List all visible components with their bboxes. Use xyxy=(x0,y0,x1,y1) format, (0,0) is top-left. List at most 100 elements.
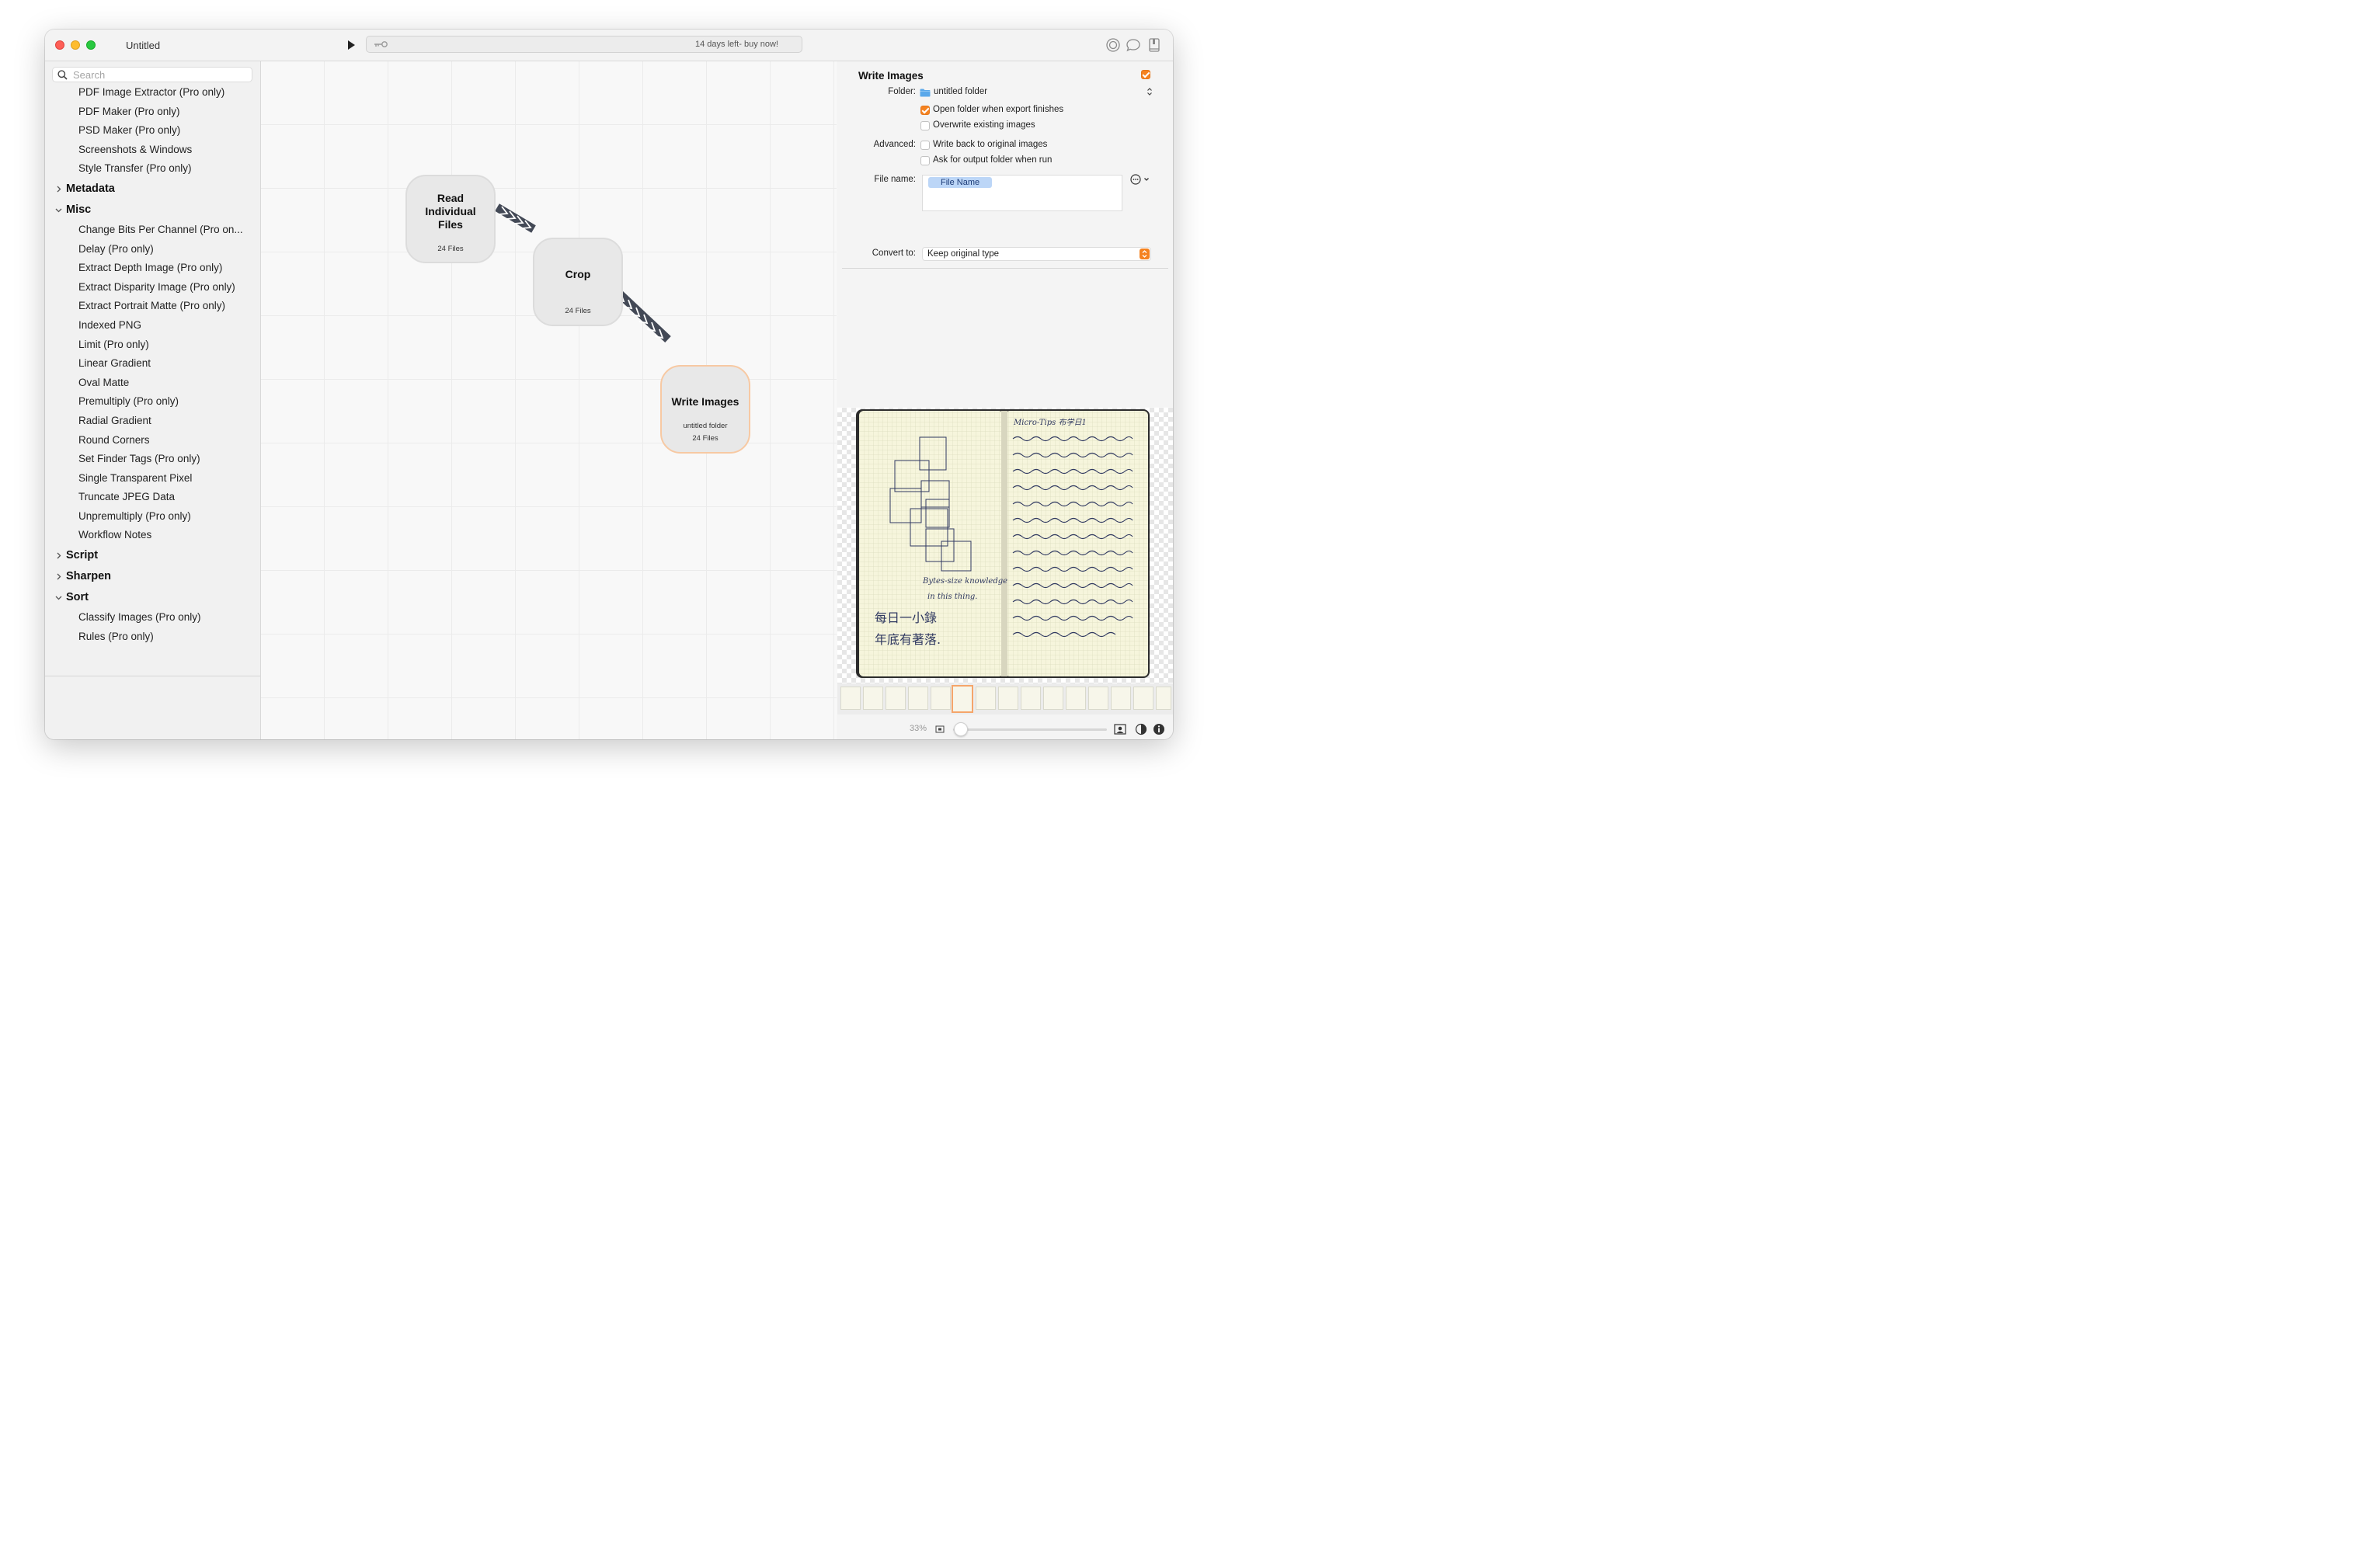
thumbnail[interactable] xyxy=(1021,687,1041,710)
search-field[interactable] xyxy=(52,67,252,82)
group-sort[interactable]: Sort xyxy=(45,587,260,608)
connector-read-to-crop xyxy=(495,203,536,233)
speech-bubble-icon[interactable] xyxy=(1126,37,1141,53)
inspector-panel: Write Images Folder: untitled folder Ope… xyxy=(837,61,1173,407)
more-options-icon[interactable] xyxy=(1130,174,1152,185)
open-folder-checkbox[interactable] xyxy=(920,106,930,115)
thumbnail[interactable] xyxy=(1043,687,1063,710)
list-item[interactable]: Premultiply (Pro only) xyxy=(45,392,245,412)
workflow-canvas[interactable]: Read Individual Files 24 Files Crop 24 F… xyxy=(261,61,837,739)
list-item[interactable]: Single Transparent Pixel xyxy=(45,469,245,488)
thumbnail[interactable] xyxy=(863,687,883,710)
handwriting-line: in this thing. xyxy=(927,593,977,601)
list-item[interactable]: Style Transfer (Pro only) xyxy=(45,159,245,179)
zoom-slider-track[interactable] xyxy=(953,728,1107,731)
list-item[interactable]: Delay (Pro only) xyxy=(45,240,245,259)
sidebar: PDF Image Extractor (Pro only) PDF Maker… xyxy=(45,61,261,739)
chevron-right-icon xyxy=(57,552,61,559)
list-item[interactable]: PSD Maker (Pro only) xyxy=(45,121,245,141)
thumbnail[interactable] xyxy=(1088,687,1108,710)
node-crop[interactable]: Crop 24 Files xyxy=(533,238,623,326)
close-window-button[interactable] xyxy=(55,40,64,50)
thumbnail[interactable] xyxy=(1156,687,1171,710)
thumbnail[interactable] xyxy=(1066,687,1086,710)
advanced-label: Advanced: xyxy=(873,140,916,149)
node-read-individual-files[interactable]: Read Individual Files 24 Files xyxy=(405,175,496,263)
group-label: Sharpen xyxy=(66,570,112,583)
list-item[interactable]: Rules (Pro only) xyxy=(45,628,245,647)
list-item[interactable]: Truncate JPEG Data xyxy=(45,488,245,507)
thumbnail[interactable] xyxy=(931,687,951,710)
group-script[interactable]: Script xyxy=(45,545,260,566)
group-metadata[interactable]: Metadata xyxy=(45,179,260,200)
list-item[interactable]: Extract Depth Image (Pro only) xyxy=(45,259,245,278)
handwriting-line: 每日一小錄 xyxy=(875,610,937,625)
preview-toolbar: 33% xyxy=(837,714,1173,739)
file-name-token[interactable]: File Name xyxy=(928,177,993,188)
thumbnail[interactable] xyxy=(1111,687,1131,710)
overwrite-checkbox[interactable] xyxy=(920,121,930,130)
thumbnail[interactable] xyxy=(886,687,906,710)
popup-arrows-icon[interactable] xyxy=(1147,87,1153,96)
thumbnail[interactable] xyxy=(998,687,1018,710)
group-misc[interactable]: Misc xyxy=(45,200,260,221)
list-item[interactable]: Indexed PNG xyxy=(45,316,245,335)
minimize-window-button[interactable] xyxy=(71,40,80,50)
group-label: Script xyxy=(66,549,99,562)
zoom-level: 33% xyxy=(910,724,927,733)
list-item[interactable]: Round Corners xyxy=(45,431,245,450)
node-file-count: 24 Files xyxy=(565,307,591,315)
node-write-images[interactable]: Write Images untitled folder 24 Files xyxy=(660,365,750,454)
contrast-icon[interactable] xyxy=(1135,723,1147,735)
thumbnail[interactable] xyxy=(1133,687,1153,710)
select-arrows-icon xyxy=(1140,249,1150,259)
group-label: Metadata xyxy=(66,182,115,195)
ask-output-checkbox[interactable] xyxy=(920,156,930,165)
zoom-fit-icon[interactable] xyxy=(935,725,945,734)
list-item[interactable]: Unpremultiply (Pro only) xyxy=(45,507,245,527)
list-item[interactable]: Radial Gradient xyxy=(45,412,245,431)
play-icon[interactable] xyxy=(345,39,357,51)
list-item[interactable]: Extract Disparity Image (Pro only) xyxy=(45,278,245,297)
preview-canvas[interactable]: Bytes-size knowledge in this thing. 每日一小… xyxy=(837,408,1173,683)
zoom-window-button[interactable] xyxy=(86,40,96,50)
info-icon[interactable] xyxy=(1153,723,1165,735)
thumbnail-strip[interactable] xyxy=(837,683,1173,714)
thumbnail-selected[interactable] xyxy=(952,685,973,713)
thumbnail[interactable] xyxy=(908,687,928,710)
list-item[interactable]: Extract Portrait Matte (Pro only) xyxy=(45,297,245,316)
zoom-slider-knob[interactable] xyxy=(954,722,968,736)
node-folder-name: untitled folder xyxy=(683,422,728,430)
list-item[interactable]: Set Finder Tags (Pro only) xyxy=(45,450,245,469)
preview-pane: Bytes-size knowledge in this thing. 每日一小… xyxy=(837,408,1173,739)
list-item[interactable]: PDF Maker (Pro only) xyxy=(45,103,245,122)
key-icon xyxy=(374,41,388,47)
list-item[interactable]: Oval Matte xyxy=(45,374,245,393)
convert-to-select[interactable]: Keep original type xyxy=(922,247,1151,261)
write-back-checkbox[interactable] xyxy=(920,141,930,150)
group-label: Misc xyxy=(66,203,92,216)
folder-popup[interactable]: untitled folder xyxy=(934,87,987,96)
thumbnail[interactable] xyxy=(840,687,861,710)
chevron-right-icon xyxy=(57,186,61,193)
list-item[interactable]: Workflow Notes xyxy=(45,526,245,545)
trial-link[interactable]: 14 days left- buy now! xyxy=(695,40,778,49)
list-item[interactable]: Change Bits Per Channel (Pro on... xyxy=(45,221,245,240)
group-sharpen[interactable]: Sharpen xyxy=(45,566,260,587)
panel-title: Write Images xyxy=(858,70,924,82)
list-item[interactable]: Screenshots & Windows xyxy=(45,141,245,160)
file-name-field[interactable]: File Name xyxy=(922,175,1122,211)
person-frame-icon[interactable] xyxy=(1114,723,1126,735)
thumbnail[interactable] xyxy=(976,687,996,710)
search-input[interactable] xyxy=(73,68,244,81)
app-window: Untitled 14 days left- buy now! Search P… xyxy=(45,30,1173,739)
handwriting-line: 年底有著落. xyxy=(875,632,941,647)
list-item[interactable]: PDF Image Extractor (Pro only) xyxy=(45,83,245,103)
enable-action-checkbox[interactable] xyxy=(1141,70,1150,79)
list-item[interactable]: Limit (Pro only) xyxy=(45,335,245,355)
list-item[interactable]: Linear Gradient xyxy=(45,354,245,374)
book-icon[interactable] xyxy=(1147,37,1162,53)
target-icon[interactable] xyxy=(1105,37,1121,53)
connector-crop-to-write xyxy=(614,287,671,343)
list-item[interactable]: Classify Images (Pro only) xyxy=(45,608,245,628)
